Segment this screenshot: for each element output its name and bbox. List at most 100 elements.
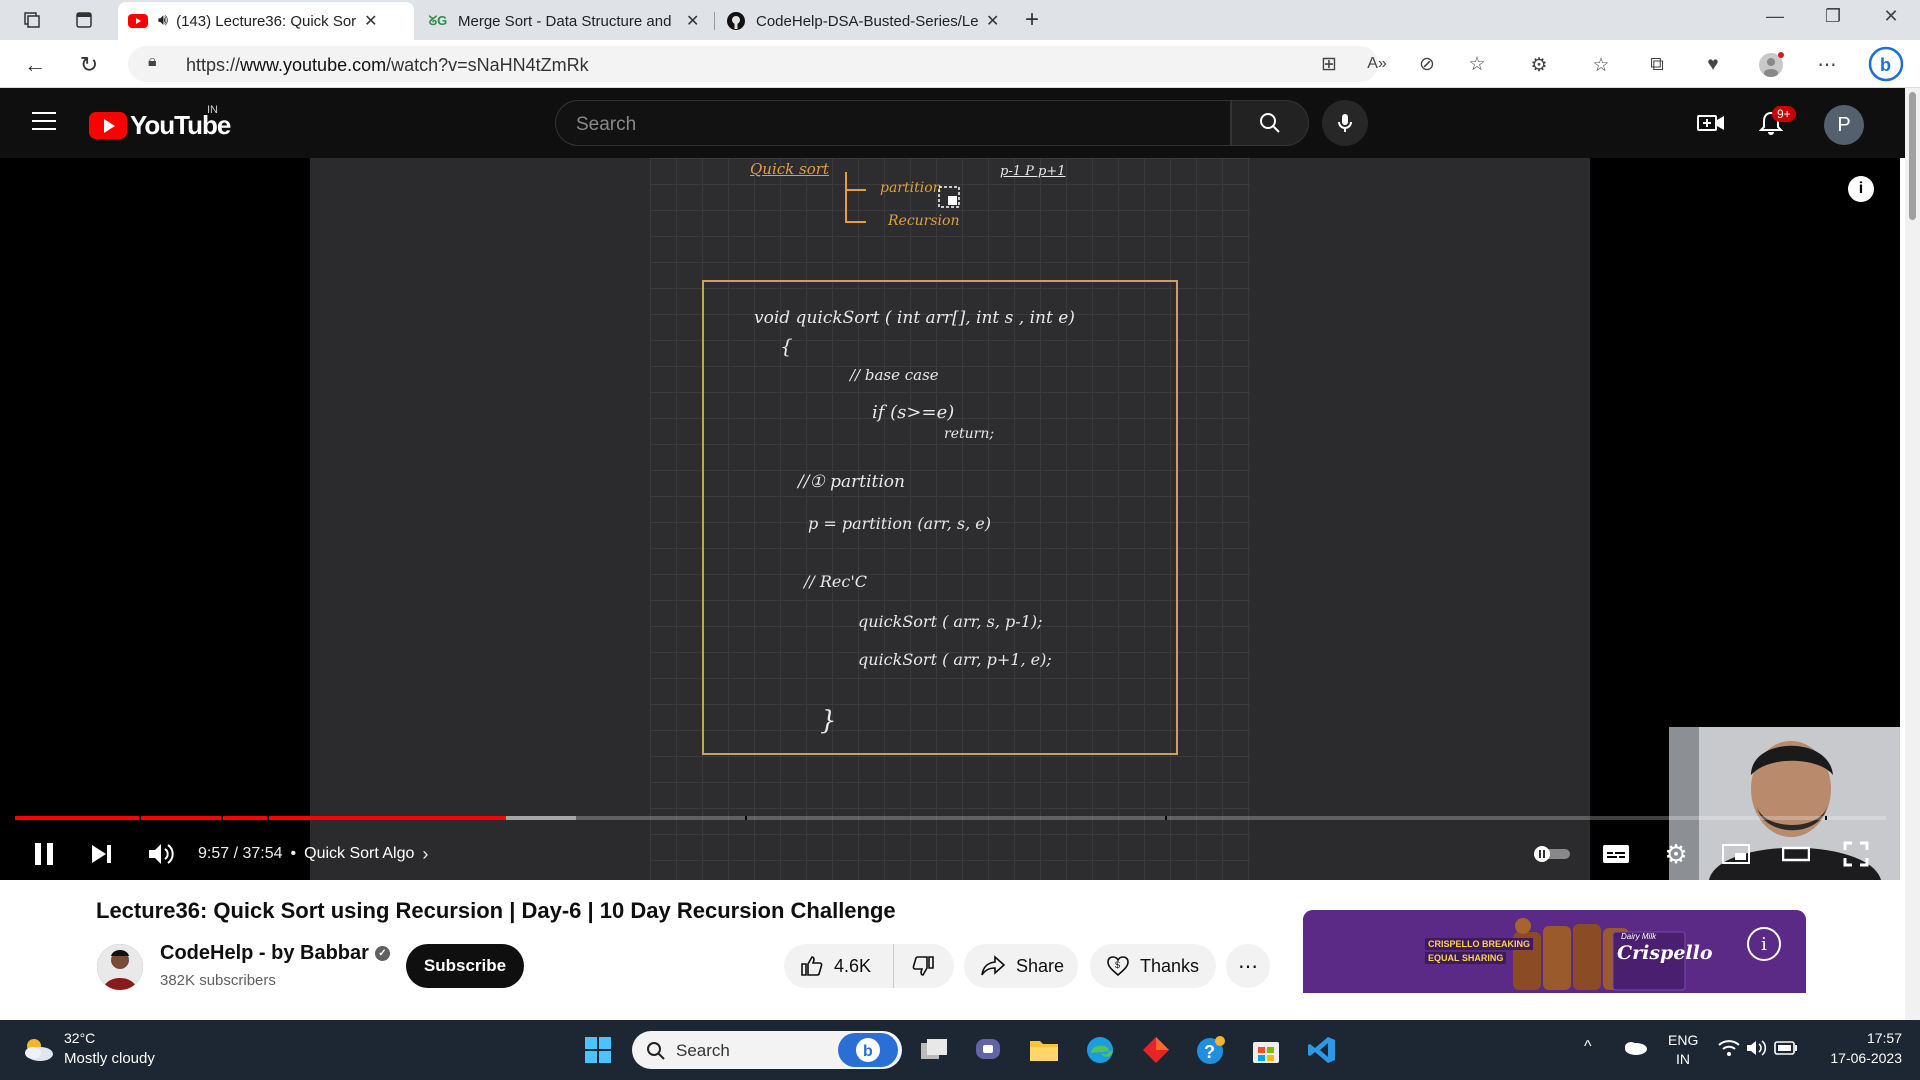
more-actions-icon[interactable]: ⋯ [1226, 944, 1270, 988]
bing-search-icon[interactable]: b [838, 1033, 898, 1067]
ad-banner[interactable]: CRISPELLO BREAKING EQUAL SHARING Dairy M… [1303, 910, 1806, 993]
clock-date: 17-06-2023 [1830, 1050, 1902, 1066]
svg-text:b: b [1880, 55, 1891, 75]
onedrive-cloud-icon[interactable] [1622, 1038, 1648, 1059]
app-available-icon[interactable]: ⊞ [1316, 51, 1342, 77]
back-icon[interactable]: ← [20, 50, 50, 80]
show-hidden-icons-icon[interactable]: ^ [1584, 1038, 1592, 1056]
account-avatar[interactable]: P [1824, 105, 1864, 145]
input-language[interactable]: ENG IN [1668, 1032, 1698, 1067]
task-view-icon[interactable] [918, 1034, 950, 1066]
restore-icon[interactable]: ❐ [1810, 6, 1856, 27]
speaker-volume-icon[interactable] [1746, 1039, 1768, 1060]
pause-button[interactable] [28, 838, 60, 870]
extensions-icon[interactable]: ⚙︎ [1526, 52, 1552, 78]
share-button[interactable]: Share [964, 944, 1078, 988]
code-line: } [820, 706, 837, 736]
lock-icon[interactable]: 🔒︎ [148, 53, 157, 71]
channel-name[interactable]: CodeHelp - by Babbar ✓ [160, 942, 390, 965]
ad-info-icon[interactable]: i [1747, 927, 1781, 961]
miniplayer-button[interactable] [1720, 838, 1752, 870]
thumbs-down-icon [912, 956, 934, 976]
browser-essentials-icon[interactable]: ♥︎ [1700, 52, 1726, 78]
more-options-icon[interactable]: ⋯ [1814, 52, 1840, 78]
autoplay-toggle[interactable] [1532, 838, 1572, 870]
weather-description[interactable]: Mostly cloudy [64, 1050, 155, 1067]
profile-icon[interactable] [1758, 52, 1784, 78]
url-field[interactable]: 🔒︎ https://www.youtube.com/watch?v=sNaHN… [128, 46, 1486, 82]
minimize-icon[interactable]: — [1752, 6, 1798, 27]
weather-temperature[interactable]: 32°C [64, 1030, 95, 1046]
scrollbar-thumb[interactable] [1909, 92, 1916, 220]
favorite-star-icon[interactable]: ☆ [1464, 51, 1490, 77]
video-player[interactable]: Quick sort partition Recursion p-1 P p+1… [0, 158, 1900, 880]
bing-copilot-icon[interactable]: b [1868, 46, 1904, 82]
menu-icon[interactable] [32, 112, 56, 132]
time-display: 9:57 / 37:54 • Quick Sort Algo › [198, 843, 429, 865]
favorites-icon[interactable]: ☆ [1588, 52, 1614, 78]
search-input[interactable]: Search [555, 100, 1231, 146]
windows-start-icon[interactable] [582, 1034, 614, 1066]
tab-title: (143) Lecture36: Quick Sort [176, 12, 357, 30]
teams-chat-icon[interactable] [972, 1034, 1004, 1066]
tab-title: CodeHelp-DSA-Busted-Series/Le [756, 12, 978, 30]
settings-gear-icon[interactable]: ⚙︎ [1660, 838, 1692, 870]
tab-actions-icon[interactable] [72, 8, 96, 32]
taskbar-search-input[interactable]: Search b [632, 1031, 902, 1069]
fullscreen-button[interactable] [1840, 838, 1872, 870]
time-readout: 9:57 / 37:54 [198, 845, 283, 862]
video-title: Lecture36: Quick Sort using Recursion | … [96, 898, 896, 923]
new-tab-icon[interactable]: + [1020, 6, 1044, 33]
file-explorer-icon[interactable] [1028, 1034, 1060, 1066]
ad-tagline: CRISPELLO BREAKING [1425, 938, 1534, 950]
tracking-prevention-icon[interactable]: ⊘ [1414, 51, 1440, 77]
page-scrollbar[interactable] [1905, 88, 1920, 1020]
speaker-icon[interactable]: 🔊︎ [158, 12, 168, 30]
code-line: //① partition [798, 472, 905, 492]
board-branch-partition: partition [880, 180, 942, 196]
tab-youtube[interactable]: 🔊︎ (143) Lecture36: Quick Sort ✕ [118, 2, 414, 40]
search-button[interactable] [1231, 100, 1309, 146]
code-line: quickSort ( arr, p+1, e); [858, 650, 1052, 669]
video-info-icon[interactable]: i [1848, 176, 1874, 202]
like-button[interactable]: 4.6K [784, 944, 894, 988]
collections-icon[interactable]: ⧉ [1644, 52, 1670, 78]
ad-sub-brand: Dairy Milk [1621, 932, 1657, 941]
battery-icon[interactable] [1774, 1041, 1798, 1058]
share-icon [981, 955, 1006, 976]
close-tab-icon[interactable]: ✕ [686, 11, 699, 31]
thanks-button[interactable]: $ Thanks [1090, 944, 1216, 988]
subscribe-button[interactable]: Subscribe [406, 944, 524, 988]
channel-avatar[interactable] [97, 944, 143, 990]
vscode-icon[interactable] [1306, 1034, 1338, 1066]
voice-search-button[interactable] [1322, 100, 1368, 146]
read-aloud-icon[interactable]: A» [1364, 51, 1390, 77]
theater-mode-button[interactable] [1780, 838, 1812, 870]
close-window-icon[interactable]: ✕ [1868, 6, 1914, 27]
tab-geeksforgeeks[interactable]: ᘜG Merge Sort - Data Structure and ✕ [418, 2, 714, 40]
next-button[interactable] [86, 838, 118, 870]
microsoft-store-icon[interactable] [1250, 1034, 1282, 1066]
next-icon [92, 845, 111, 863]
tab-github[interactable]: CodeHelp-DSA-Busted-Series/Le ✕ [716, 2, 1012, 40]
system-clock[interactable]: 17:57 17-06-2023 [1820, 1030, 1902, 1066]
create-video-icon[interactable] [1696, 108, 1726, 138]
dislike-button[interactable] [894, 944, 952, 988]
chapter-title[interactable]: Quick Sort Algo [304, 845, 414, 863]
code-line: return; [944, 426, 995, 442]
volume-button[interactable] [145, 838, 177, 870]
weather-cloud-icon[interactable] [20, 1034, 56, 1069]
chevron-right-icon[interactable]: › [422, 844, 428, 865]
wifi-icon[interactable] [1718, 1039, 1740, 1060]
subtitles-button[interactable] [1600, 838, 1632, 870]
close-tab-icon[interactable]: ✕ [986, 11, 999, 31]
code-line: { [780, 334, 793, 358]
app-red-diamond-icon[interactable] [1140, 1034, 1172, 1066]
subtitles-icon [1603, 845, 1629, 863]
workspaces-icon[interactable] [20, 8, 44, 32]
close-tab-icon[interactable]: ✕ [364, 11, 377, 31]
refresh-icon[interactable]: ↻ [74, 50, 104, 80]
get-help-icon[interactable]: ? [1194, 1034, 1226, 1066]
edge-browser-icon[interactable] [1084, 1034, 1116, 1066]
progress-bar[interactable] [15, 816, 1886, 820]
